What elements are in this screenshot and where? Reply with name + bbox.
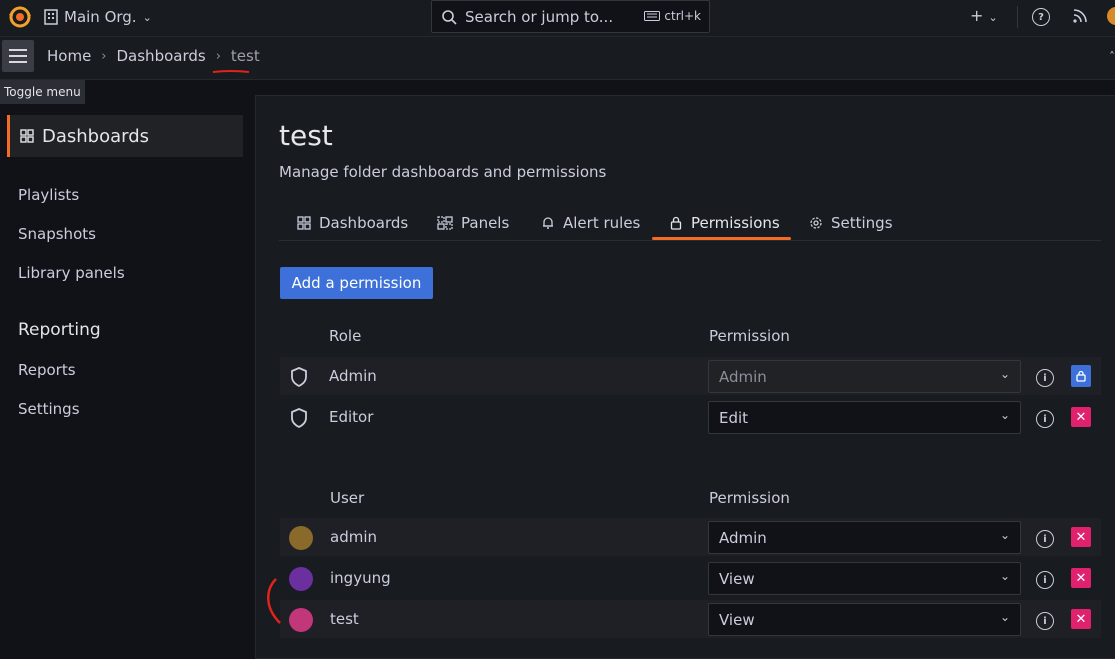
shield-icon xyxy=(291,408,307,429)
tab-dashboards[interactable]: Dashboards xyxy=(297,214,408,232)
sidebar-item-dashboards[interactable]: Dashboards xyxy=(7,115,243,157)
avatar xyxy=(289,608,313,632)
avatar xyxy=(289,567,313,591)
collapse-icon[interactable]: ˆ xyxy=(1109,50,1115,64)
permission-value: View xyxy=(719,569,755,588)
permission-value: View xyxy=(719,610,755,629)
tab-label: Alert rules xyxy=(563,214,641,232)
toggle-menu-button[interactable] xyxy=(2,40,34,72)
grid-icon xyxy=(297,216,311,230)
remove-permission-button[interactable]: ✕ xyxy=(1071,407,1091,427)
permission-value: Admin xyxy=(719,367,767,386)
chevron-down-icon: ⌄ xyxy=(999,408,1010,422)
remove-permission-button[interactable]: ✕ xyxy=(1071,527,1091,547)
column-header-user: User xyxy=(330,489,365,507)
sidebar-item-library-panels[interactable]: Library panels xyxy=(18,264,125,282)
chevron-down-icon: ⌄ xyxy=(999,367,1010,381)
column-header-role: Role xyxy=(329,327,362,345)
breadcrumb-home[interactable]: Home xyxy=(47,47,91,65)
active-tab-indicator xyxy=(652,237,791,240)
permission-value: Edit xyxy=(719,408,749,427)
lock-icon xyxy=(1076,370,1086,382)
chevron-down-icon: ⌄ xyxy=(999,528,1010,542)
chevron-right-icon: › xyxy=(215,48,221,64)
permission-select[interactable]: View ⌄ xyxy=(708,562,1021,595)
chevron-down-icon: ⌄ xyxy=(999,610,1010,624)
tab-permissions[interactable]: Permissions xyxy=(669,214,780,232)
permission-select[interactable]: Admin ⌄ xyxy=(708,521,1021,554)
bell-icon xyxy=(543,217,553,229)
remove-permission-button[interactable]: ✕ xyxy=(1071,609,1091,629)
chevron-down-icon: ⌄ xyxy=(142,10,152,24)
user-name: test xyxy=(330,610,359,628)
info-icon[interactable]: i xyxy=(1036,612,1054,630)
role-name: Admin xyxy=(329,367,377,385)
sidebar-item-snapshots[interactable]: Snapshots xyxy=(18,225,96,243)
panels-icon xyxy=(437,216,453,230)
permission-select[interactable]: View ⌄ xyxy=(708,603,1021,636)
grafana-logo-icon[interactable] xyxy=(7,4,33,30)
remove-permission-button[interactable]: ✕ xyxy=(1071,568,1091,588)
tab-label: Settings xyxy=(831,214,893,232)
sidebar-item-reports[interactable]: Reports xyxy=(18,361,76,379)
org-name: Main Org. xyxy=(64,8,137,26)
user-name: admin xyxy=(330,528,377,546)
tab-alert-rules[interactable]: Alert rules xyxy=(541,214,640,232)
info-icon[interactable]: i xyxy=(1036,410,1054,428)
tab-label: Dashboards xyxy=(319,214,409,232)
sidebar-item-settings[interactable]: Settings xyxy=(18,400,80,418)
org-switcher[interactable]: Main Org. ⌄ xyxy=(44,8,152,26)
tab-panels[interactable]: Panels xyxy=(437,214,509,232)
permission-select[interactable]: Edit ⌄ xyxy=(708,401,1021,434)
sidebar-section-reporting[interactable]: Reporting xyxy=(18,320,101,340)
search-icon xyxy=(442,9,457,25)
tab-label: Panels xyxy=(461,214,510,232)
column-header-permission: Permission xyxy=(709,489,790,507)
chevron-right-icon: › xyxy=(101,48,107,64)
topbar-divider xyxy=(1017,6,1018,28)
tab-settings[interactable]: Settings xyxy=(809,214,893,232)
tooltip: Toggle menu xyxy=(0,80,85,104)
tabs-divider xyxy=(279,240,1101,241)
column-header-permission: Permission xyxy=(709,327,790,345)
search-placeholder: Search or jump to... xyxy=(465,7,614,26)
annotation-underline xyxy=(212,70,250,73)
shield-icon xyxy=(291,367,307,388)
role-name: Editor xyxy=(329,408,374,426)
info-icon[interactable]: i xyxy=(1036,530,1054,548)
add-permission-button[interactable]: Add a permission xyxy=(280,267,433,299)
breadcrumb: Home › Dashboards › test xyxy=(47,47,260,65)
search-shortcut: ctrl+k xyxy=(644,9,701,23)
sidebar-item-playlists[interactable]: Playlists xyxy=(18,186,79,204)
page-subtitle: Manage folder dashboards and permissions xyxy=(279,163,607,181)
org-icon xyxy=(44,9,58,25)
permission-select: Admin ⌄ xyxy=(708,360,1021,393)
sidebar-active-label: Dashboards xyxy=(42,125,150,147)
user-name: ingyung xyxy=(330,569,391,587)
search-input[interactable]: Search or jump to... ctrl+k xyxy=(431,0,710,33)
rss-icon[interactable] xyxy=(1073,9,1087,23)
avatar xyxy=(289,526,313,550)
info-icon[interactable]: i xyxy=(1036,369,1054,387)
lock-icon xyxy=(670,216,682,230)
chevron-down-icon: ⌄ xyxy=(999,569,1010,583)
help-icon[interactable]: ? xyxy=(1032,8,1050,26)
info-icon[interactable]: i xyxy=(1036,571,1054,589)
grid-icon xyxy=(20,129,34,143)
search-shortcut-text: ctrl+k xyxy=(664,9,701,23)
annotation-bracket xyxy=(267,578,281,624)
keyboard-icon xyxy=(644,11,661,21)
breadcrumb-dashboards[interactable]: Dashboards xyxy=(117,47,206,65)
plus-icon[interactable]: + ⌄ xyxy=(970,6,998,25)
permission-value: Admin xyxy=(719,528,767,547)
locked-button xyxy=(1071,365,1091,387)
page-title: test xyxy=(279,119,333,152)
tab-label: Permissions xyxy=(691,214,780,232)
breadcrumb-current: test xyxy=(230,47,260,65)
gear-icon xyxy=(810,217,822,229)
